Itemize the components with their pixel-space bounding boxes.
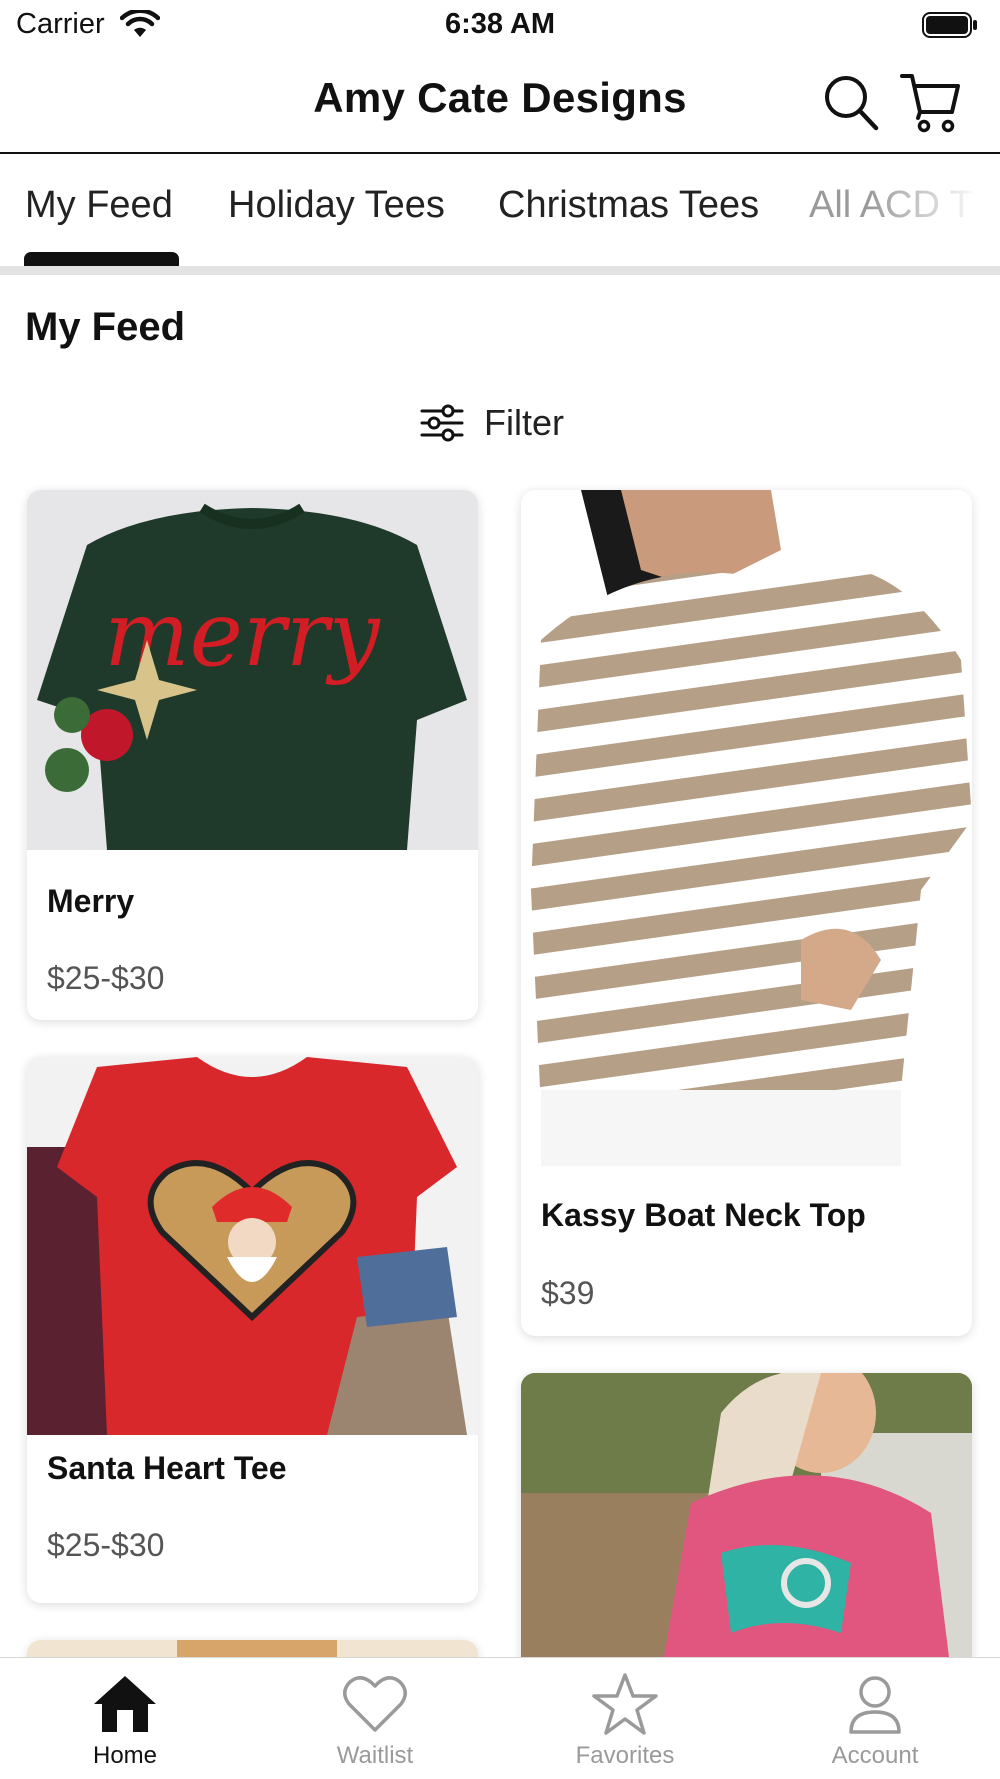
nav-account[interactable]: Account	[750, 1658, 1000, 1779]
person-icon	[849, 1676, 901, 1734]
tab-divider	[0, 266, 1000, 275]
category-tabs: My Feed Holiday Tees Christmas Tees All …	[0, 156, 1000, 274]
product-price: $25-$30	[47, 960, 165, 996]
bottom-nav: Home Waitlist Favorites Account	[0, 1657, 1000, 1779]
search-icon[interactable]	[822, 72, 880, 132]
section-title: My Feed	[25, 305, 186, 349]
product-name: Kassy Boat Neck Top	[541, 1197, 866, 1233]
nav-favorites[interactable]: Favorites	[500, 1658, 750, 1779]
product-name: Merry	[47, 883, 135, 919]
heart-icon	[343, 1676, 407, 1732]
nav-waitlist[interactable]: Waitlist	[250, 1658, 500, 1779]
cart-icon[interactable]	[900, 70, 962, 134]
product-card[interactable]	[521, 1373, 972, 1673]
filter-label: Filter	[484, 402, 564, 443]
nav-waitlist-label: Waitlist	[336, 1742, 414, 1769]
product-name: Santa Heart Tee	[47, 1450, 287, 1486]
tab-christmas-tees[interactable]: Christmas Tees	[498, 184, 759, 227]
product-image	[521, 490, 972, 1166]
nav-home-label: Home	[92, 1742, 158, 1769]
battery-icon	[922, 12, 977, 38]
product-price: $25-$30	[47, 1527, 165, 1563]
product-price: $39	[541, 1275, 595, 1311]
nav-favorites-label: Favorites	[575, 1742, 675, 1769]
home-icon	[94, 1676, 156, 1732]
tab-fade-overlay	[870, 156, 1000, 274]
star-icon	[592, 1673, 658, 1735]
sliders-icon	[420, 404, 464, 442]
status-time: 6:38 AM	[444, 8, 556, 40]
nav-home[interactable]: Home	[0, 1658, 250, 1779]
product-card[interactable]: Kassy Boat Neck Top $39	[521, 490, 972, 1336]
tab-holiday-tees[interactable]: Holiday Tees	[228, 184, 445, 227]
active-tab-indicator	[24, 252, 179, 266]
product-image: merry	[27, 490, 478, 850]
product-image	[521, 1373, 972, 1673]
app-header: Amy Cate Designs	[0, 52, 1000, 154]
product-image	[27, 1057, 478, 1435]
filter-button[interactable]: Filter	[420, 398, 564, 448]
product-card[interactable]: Santa Heart Tee $25-$30	[27, 1057, 478, 1603]
nav-account-label: Account	[831, 1742, 919, 1769]
tab-my-feed[interactable]: My Feed	[25, 184, 173, 227]
product-card[interactable]: merry Merry $25-$30	[27, 490, 478, 1020]
status-bar: Carrier 6:38 AM	[0, 0, 1000, 50]
